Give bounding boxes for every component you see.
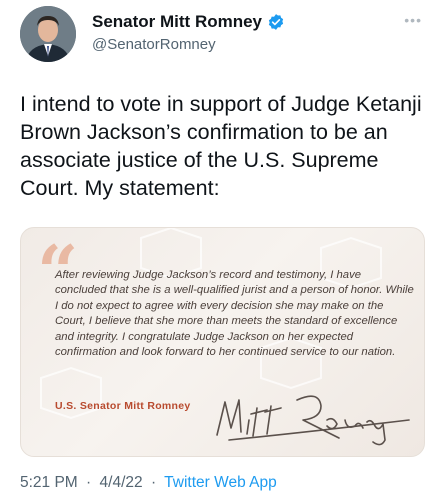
tweet-source-link[interactable]: Twitter Web App: [164, 474, 277, 491]
author-display-name[interactable]: Senator Mitt Romney: [92, 12, 262, 32]
avatar-photo: [20, 6, 76, 62]
tweet-time[interactable]: 5:21 PM: [20, 474, 78, 491]
tweet-date[interactable]: 4/4/22: [100, 474, 143, 491]
tweet-meta: 5:21 PM · 4/4/22 · Twitter Web App: [20, 474, 277, 492]
signer-name: U.S. Senator Mitt Romney: [55, 400, 191, 412]
avatar[interactable]: [20, 6, 76, 62]
verified-badge-icon: [268, 14, 284, 30]
statement-image-card[interactable]: “ After reviewing Judge Jackson’s record…: [20, 227, 425, 457]
statement-text: After reviewing Judge Jackson’s record a…: [55, 269, 414, 359]
author-handle[interactable]: @SenatorRomney: [92, 36, 216, 53]
meta-separator: ·: [86, 474, 92, 491]
tweet-text: I intend to vote in support of Judge Ket…: [20, 92, 422, 200]
meta-separator: ·: [150, 474, 157, 491]
more-icon[interactable]: •••: [404, 12, 422, 28]
author-name-row[interactable]: Senator Mitt Romney: [92, 12, 285, 32]
signature-image: [216, 395, 410, 446]
tweet-header: Senator Mitt Romney @SenatorRomney •••: [0, 0, 442, 70]
